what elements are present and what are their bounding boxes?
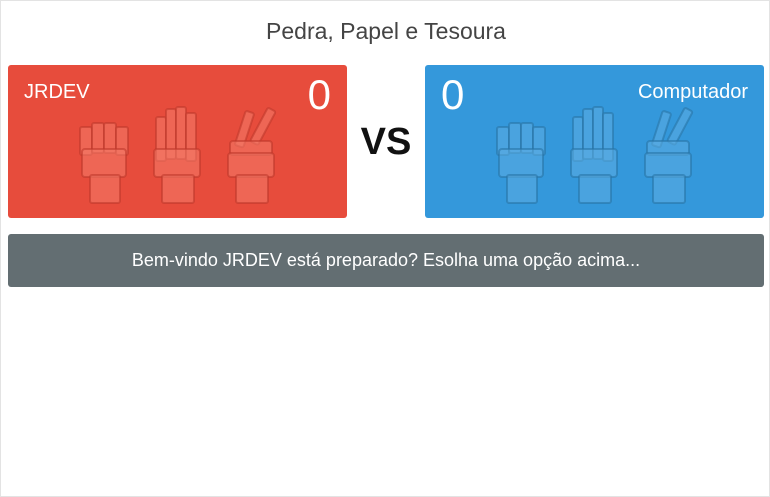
fist-icon bbox=[79, 122, 129, 204]
status-message: Bem-vindo JRDEV está preparado? Esolha u… bbox=[8, 234, 764, 287]
computer-paper bbox=[569, 105, 621, 205]
player-choices bbox=[78, 105, 278, 205]
computer-rock bbox=[495, 105, 547, 205]
open-hand-icon bbox=[153, 106, 201, 204]
app-frame: Pedra, Papel e Tesoura JRDEV 0 VS 0 Comp… bbox=[0, 0, 770, 497]
computer-name: Computador bbox=[637, 81, 748, 103]
computer-panel: 0 Computador bbox=[425, 65, 764, 218]
computer-choices bbox=[495, 105, 695, 205]
computer-scissors bbox=[643, 105, 695, 205]
fist-icon bbox=[496, 122, 546, 204]
peace-hand-icon bbox=[644, 107, 694, 204]
player-panel: JRDEV 0 bbox=[8, 65, 347, 218]
player-paper-button[interactable] bbox=[152, 105, 204, 205]
player-scissors-button[interactable] bbox=[226, 105, 278, 205]
page-title: Pedra, Papel e Tesoura bbox=[266, 18, 506, 44]
peace-hand-icon bbox=[227, 107, 277, 204]
player-rock-button[interactable] bbox=[78, 105, 130, 205]
player-name: JRDEV bbox=[24, 81, 90, 103]
player-score: 0 bbox=[307, 71, 331, 118]
open-hand-icon bbox=[570, 106, 618, 204]
vs-label: VS bbox=[360, 121, 412, 163]
computer-score: 0 bbox=[441, 71, 465, 118]
